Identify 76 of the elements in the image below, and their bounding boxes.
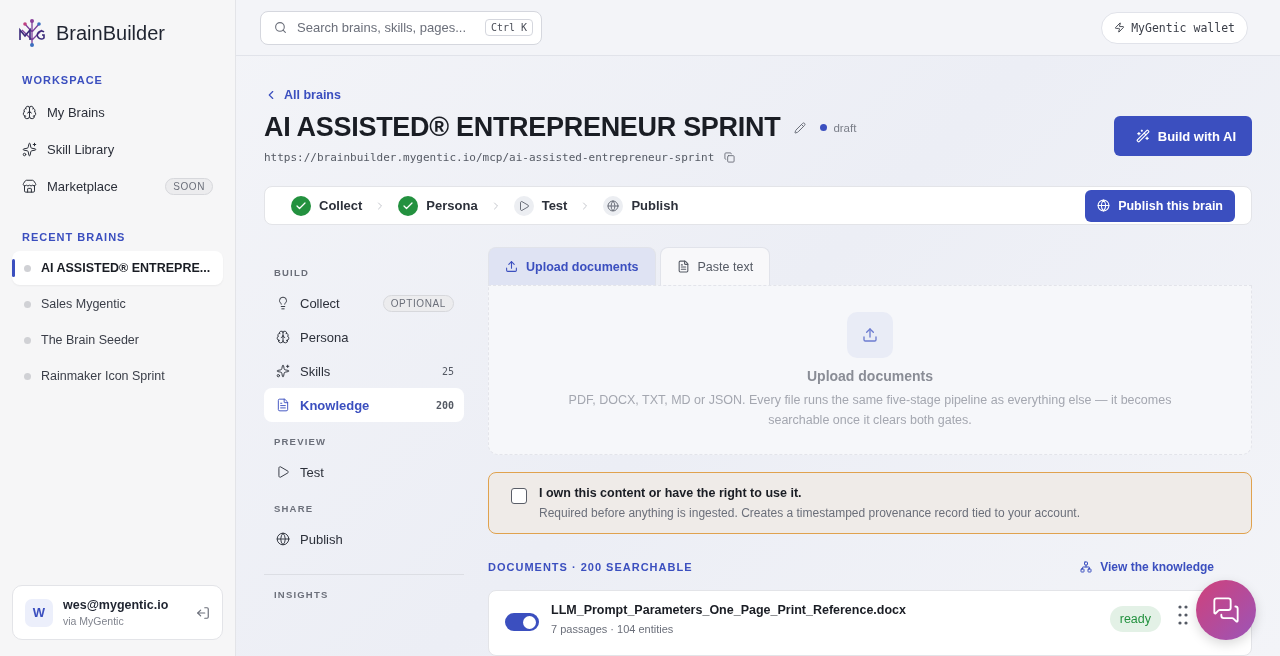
- nav-icon: [276, 296, 290, 310]
- endpoint-url: https://brainbuilder.mygentic.io/mcp/ai-assisted-entrepreneur-sprint: [264, 151, 715, 164]
- nav-icon: [276, 330, 290, 344]
- publish-button[interactable]: Publish this brain: [1085, 189, 1235, 222]
- consent-title: I own this content or have the right to use it.: [539, 486, 803, 500]
- step-item[interactable]: Collect: [291, 195, 363, 216]
- status-label: draft: [820, 121, 857, 134]
- logout-icon[interactable]: [196, 605, 210, 620]
- graph-icon: [1080, 561, 1093, 573]
- upload-icon: [847, 312, 893, 358]
- section-title: WORKSPACE: [21, 74, 104, 86]
- document-name: LLM_Prompt_Parameters_One_Page_Print_Reference.docx: [551, 603, 907, 617]
- subnav-item[interactable]: Collect OPTIONAL: [264, 286, 464, 320]
- user-email: wes@mygentic.io: [63, 598, 170, 612]
- step-item[interactable]: Test: [513, 195, 568, 216]
- brand-name: BrainBuilder: [56, 21, 165, 45]
- recent-brain-item[interactable]: AI ASSISTED® ENTREPRE...: [12, 251, 223, 285]
- nav-icon: [276, 532, 290, 546]
- consent-checkbox[interactable]: [511, 488, 527, 504]
- drag-handle-icon[interactable]: [1178, 604, 1188, 626]
- document-meta: 7 passages · 104 entities: [551, 623, 675, 635]
- nav-section-title: BUILD: [273, 267, 311, 278]
- search-field[interactable]: Search brains, skills, pages... Ctrl K: [260, 10, 542, 45]
- sidebar-item[interactable]: Skill Library: [12, 131, 223, 168]
- user-avatar: W: [25, 598, 53, 627]
- optional-badge: OPTIONAL: [382, 294, 454, 312]
- back-link[interactable]: All brains: [264, 88, 1252, 102]
- step-item[interactable]: Publish: [603, 195, 679, 216]
- nav-icon: [22, 142, 37, 157]
- wallet-button[interactable]: MyGentic wallet: [1101, 11, 1248, 44]
- logo-icon: [18, 18, 46, 48]
- subnav-item[interactable]: Knowledge 200: [264, 388, 464, 422]
- recent-brain-item[interactable]: Rainmaker Icon Sprint: [12, 359, 223, 393]
- globe-icon: [1097, 199, 1111, 212]
- edit-icon[interactable]: [794, 121, 807, 134]
- search-icon: [274, 21, 287, 34]
- consent-description: Required before anything is ingested. Creates a timestamped provenance record tied to your account.: [539, 506, 1080, 520]
- tab-icon: [676, 260, 690, 273]
- tab[interactable]: Upload documents: [488, 247, 656, 285]
- recent-brain-item[interactable]: The Brain Seeder: [12, 323, 223, 357]
- copy-icon[interactable]: [724, 152, 736, 163]
- documents-heading: DOCUMENTS · 200 SEARCHABLE: [488, 561, 693, 573]
- subnav-item[interactable]: Skills 25: [264, 354, 464, 388]
- item-count: 25: [441, 365, 454, 377]
- lightning-icon: [1114, 22, 1126, 33]
- subnav-item[interactable]: Persona: [264, 320, 464, 354]
- user-provider: via MyGentic: [63, 615, 125, 627]
- sidebar-item[interactable]: My Brains: [12, 94, 223, 131]
- sidebar-item[interactable]: Marketplace SOON: [12, 168, 223, 205]
- build-with-ai-button[interactable]: Build with AI: [1113, 116, 1252, 156]
- nav-icon: [22, 179, 37, 194]
- nav-icon: [276, 465, 290, 479]
- tab-icon: [505, 260, 518, 273]
- nav-section-title: SHARE: [273, 503, 315, 514]
- nav-section-title: PREVIEW: [273, 436, 328, 447]
- dropzone-description: PDF, DOCX, TXT, MD or JSON. Every file runs the same five-stage pipeline as everything else — it becomes searchable once it clears both gates.: [567, 392, 1173, 429]
- status-badge: ready: [1109, 606, 1161, 632]
- dropzone-title: Upload documents: [807, 368, 933, 384]
- subnav-item[interactable]: Test: [264, 455, 464, 489]
- shortcut-hint: Ctrl K: [484, 19, 533, 36]
- nav-icon: [276, 398, 290, 412]
- page-title: AI ASSISTED® ENTREPRENEUR SPRINT: [264, 112, 781, 143]
- nav-icon: [22, 105, 37, 120]
- knowledge-link[interactable]: View the knowledge: [1080, 560, 1214, 574]
- step-item[interactable]: Persona: [398, 195, 478, 216]
- tab[interactable]: Paste text: [659, 247, 771, 285]
- soon-badge: SOON: [165, 178, 213, 195]
- nav-section-title: INSIGHTS: [273, 589, 330, 600]
- recent-brain-item[interactable]: Sales Mygentic: [12, 287, 223, 321]
- subnav-item[interactable]: Publish: [264, 522, 464, 556]
- magic-wand-icon: [1135, 129, 1150, 143]
- document-toggle[interactable]: [505, 613, 539, 631]
- item-count: 200: [435, 399, 454, 411]
- section-title: RECENT BRAINS: [21, 231, 127, 243]
- chat-icon: [1212, 596, 1240, 624]
- nav-icon: [276, 364, 290, 378]
